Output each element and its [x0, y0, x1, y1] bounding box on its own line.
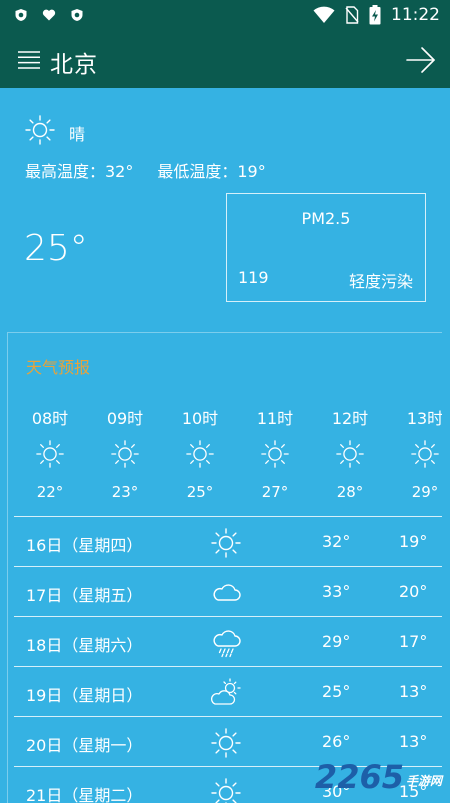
day-low: 20° [399, 582, 428, 601]
pm25-label: PM2.5 [301, 209, 351, 228]
hourly-item: 09时 23° [95, 405, 155, 501]
sun-icon [185, 439, 215, 469]
hour-temp: 23° [111, 483, 139, 501]
sun-icon [210, 777, 242, 803]
watermark-text: 手游网 [405, 774, 442, 788]
hour-temp: 29° [411, 483, 439, 501]
day-high: 32° [322, 532, 351, 551]
city-title[interactable]: 北京 [50, 45, 98, 79]
forecast-card[interactable]: 天气预报 08时 22° 09时 23° 10时 25° 11时 27° 12时… [7, 332, 442, 803]
hourly-item: 10时 25° [170, 405, 230, 501]
day-date: 20日（星期一） [26, 736, 143, 755]
hour-time: 12时 [331, 409, 369, 428]
hour-temp: 28° [336, 483, 364, 501]
hour-temp: 22° [36, 483, 64, 501]
hourly-item: 12时 28° [320, 405, 380, 501]
shield-notification-icon [71, 9, 83, 21]
day-date: 21日（星期二） [26, 786, 143, 803]
hour-time: 13时 [406, 409, 442, 428]
sun-icon [210, 527, 242, 559]
hourly-item: 13时 29° [395, 405, 442, 501]
rain-cloud-icon [210, 627, 242, 659]
shield-notification-icon [15, 9, 27, 21]
day-low: 17° [399, 632, 428, 651]
current-temperature: 25° [24, 228, 88, 269]
day-low: 13° [399, 732, 428, 751]
pm25-card: PM2.5 119 轻度污染 [226, 193, 426, 302]
site-watermark: 2265 手游网 [315, 761, 442, 793]
status-time: 11:22 [391, 5, 440, 25]
day-low: 13° [399, 682, 428, 701]
day-high: 33° [322, 582, 351, 601]
day-date: 18日（星期六） [26, 636, 143, 655]
day-high: 25° [322, 682, 351, 701]
sun-icon [410, 439, 440, 469]
day-high: 26° [322, 732, 351, 751]
current-condition: 晴 [69, 125, 86, 144]
daily-row[interactable]: 17日（星期五） 33° 20° [14, 566, 442, 616]
menu-icon[interactable] [18, 50, 40, 70]
hour-time: 11时 [256, 409, 294, 428]
sun-icon [35, 439, 65, 469]
day-date: 16日（星期四） [26, 536, 143, 555]
watermark-number: 2265 [314, 758, 404, 796]
pm25-value: 119 [238, 268, 269, 287]
day-high: 29° [322, 632, 351, 651]
daily-row[interactable]: 18日（星期六） 29° 17° [14, 616, 442, 666]
day-date: 19日（星期日） [26, 686, 143, 705]
low-temp: 最低温度：19° [157, 162, 266, 181]
day-date: 17日（星期五） [26, 586, 143, 605]
wifi-icon [313, 6, 335, 23]
hourly-item: 08时 22° [20, 405, 80, 501]
battery-charging-icon [369, 5, 381, 25]
status-bar: 11:22 [0, 0, 450, 32]
daily-row[interactable]: 19日（星期日） 25° 13° [14, 666, 442, 716]
sun-icon [110, 439, 140, 469]
app-bar: 北京 [0, 32, 450, 88]
day-low: 19° [399, 532, 428, 551]
high-temp: 最高温度：32° [25, 162, 134, 181]
high-low-temps: 最高温度：32° 最低温度：19° [25, 158, 290, 182]
hour-time: 10时 [181, 409, 219, 428]
sun-icon [210, 727, 242, 759]
hour-time: 09时 [106, 409, 144, 428]
partly-cloudy-icon [210, 677, 242, 709]
notification-icons [14, 8, 84, 22]
no-sim-icon [345, 6, 359, 24]
arrow-right-icon[interactable] [406, 46, 436, 74]
pm25-level: 轻度污染 [348, 272, 413, 291]
sun-icon [24, 114, 56, 146]
cloud-icon [210, 577, 242, 609]
sun-icon [260, 439, 290, 469]
forecast-title: 天气预报 [26, 358, 91, 377]
hour-temp: 25° [186, 483, 214, 501]
hour-temp: 27° [261, 483, 289, 501]
heart-notification-icon [42, 9, 56, 21]
hourly-item: 11时 27° [245, 405, 305, 501]
hour-time: 08时 [31, 409, 69, 428]
sun-icon [335, 439, 365, 469]
weather-content: 晴 最高温度：32° 最低温度：19° 25° PM2.5 119 轻度污染 天气… [0, 88, 450, 803]
daily-row[interactable]: 16日（星期四） 32° 19° [14, 516, 442, 566]
